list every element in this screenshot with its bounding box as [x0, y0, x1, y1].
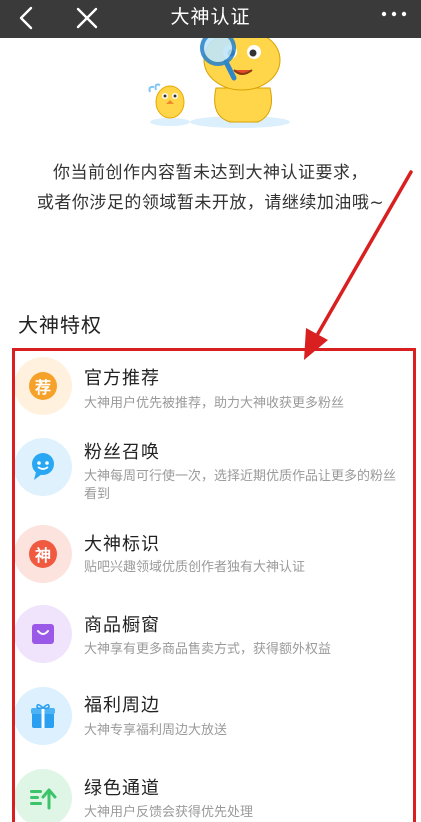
section-title: 大神特权 — [18, 313, 102, 337]
mascot-illustration — [148, 38, 290, 128]
annotation-highlight-box — [12, 348, 416, 822]
annotation-arrow-icon — [304, 170, 413, 360]
more-dots-icon[interactable] — [377, 1, 411, 27]
page-title: 大神认证 — [170, 6, 251, 28]
top-navigation-bar: 大神认证 — [0, 0, 421, 38]
